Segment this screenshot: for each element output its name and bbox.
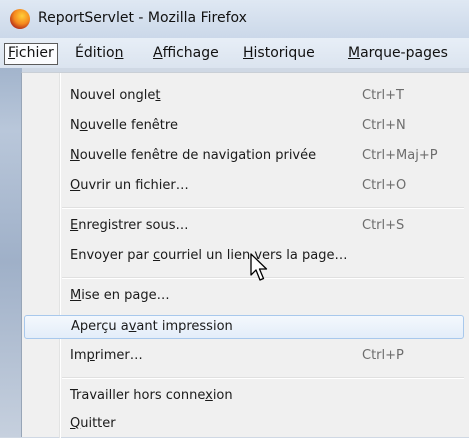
menu-item-fenetre-privee[interactable]: Nouvelle fenêtre de navigation privée Ct… bbox=[24, 145, 464, 169]
menu-item-mise-en-page[interactable]: Mise en page… bbox=[24, 285, 464, 309]
mouse-pointer-icon bbox=[250, 253, 268, 281]
menu-marque-pages[interactable]: Marque-pages bbox=[345, 44, 451, 64]
menu-item-label: Ouvrir un fichier… bbox=[70, 178, 189, 193]
menu-accesskey: A bbox=[153, 45, 163, 61]
menu-accesskey: n bbox=[114, 45, 124, 61]
menu-item-shortcut: Ctrl+P bbox=[362, 348, 404, 363]
window-title: ReportServlet - Mozilla Firefox bbox=[38, 10, 247, 26]
menu-item-label: Enregistrer sous… bbox=[70, 218, 189, 233]
menu-label-post: ichier bbox=[15, 45, 54, 61]
menu-item-nouvel-onglet[interactable]: Nouvel onglet Ctrl+T bbox=[24, 85, 464, 109]
menu-fichier[interactable]: Fichier bbox=[4, 43, 58, 65]
menu-item-shortcut: Ctrl+O bbox=[362, 178, 407, 193]
menu-item-quitter[interactable]: Quitter bbox=[24, 413, 464, 437]
menu-item-label: Travailler hors connexion bbox=[70, 388, 233, 403]
menu-item-label: Mise en page… bbox=[70, 288, 170, 303]
menu-item-label: Imprimer… bbox=[70, 348, 143, 363]
menu-label-post: istorique bbox=[253, 45, 315, 61]
menu-affichage[interactable]: Affichage bbox=[150, 44, 222, 64]
menu-item-shortcut: Ctrl+Maj+P bbox=[362, 148, 438, 163]
window-titlebar: ReportServlet - Mozilla Firefox bbox=[0, 0, 469, 38]
menu-item-label: Nouvel onglet bbox=[70, 88, 161, 103]
menu-item-label: Quitter bbox=[70, 416, 116, 431]
menu-item-enregistrer-sous[interactable]: Enregistrer sous… Ctrl+S bbox=[24, 215, 464, 239]
menu-label-post: ffichage bbox=[162, 45, 219, 61]
menu-item-shortcut: Ctrl+T bbox=[362, 88, 404, 103]
menu-bar: Fichier Édition Affichage Historique Mar… bbox=[0, 38, 469, 68]
menu-edition[interactable]: Édition bbox=[72, 44, 126, 64]
menu-accesskey: M bbox=[348, 45, 361, 61]
firefox-logo-icon bbox=[10, 9, 30, 29]
menu-item-shortcut: Ctrl+S bbox=[362, 218, 405, 233]
menu-item-label: Aperçu avant impression bbox=[71, 319, 233, 334]
menu-item-hors-connexion[interactable]: Travailler hors connexion bbox=[24, 385, 464, 409]
menu-item-label: Nouvelle fenêtre de navigation privée bbox=[70, 148, 317, 163]
menu-item-ouvrir-fichier[interactable]: Ouvrir un fichier… Ctrl+O bbox=[24, 175, 464, 199]
menu-accesskey: H bbox=[243, 45, 254, 61]
menu-item-nouvelle-fenetre[interactable]: Nouvelle fenêtre Ctrl+N bbox=[24, 115, 464, 139]
menu-item-label: Nouvelle fenêtre bbox=[70, 118, 178, 133]
menu-separator bbox=[62, 377, 464, 379]
menu-label-pre: Éditio bbox=[75, 45, 115, 61]
fichier-dropdown-menu: Nouvel onglet Ctrl+T Nouvelle fenêtre Ct… bbox=[21, 72, 469, 438]
menu-label-post: arque-pages bbox=[360, 45, 448, 61]
menu-item-imprimer[interactable]: Imprimer… Ctrl+P bbox=[24, 345, 464, 369]
menu-historique[interactable]: Historique bbox=[240, 44, 318, 64]
menu-item-apercu-impression[interactable]: Aperçu avant impression bbox=[24, 315, 464, 339]
menu-separator bbox=[62, 207, 464, 209]
menu-item-envoyer-lien[interactable]: Envoyer par courriel un lien vers la pag… bbox=[24, 245, 464, 269]
menu-item-label: Envoyer par courriel un lien vers la pag… bbox=[70, 248, 348, 263]
menu-accesskey: F bbox=[8, 45, 16, 61]
menu-item-shortcut: Ctrl+N bbox=[362, 118, 406, 133]
